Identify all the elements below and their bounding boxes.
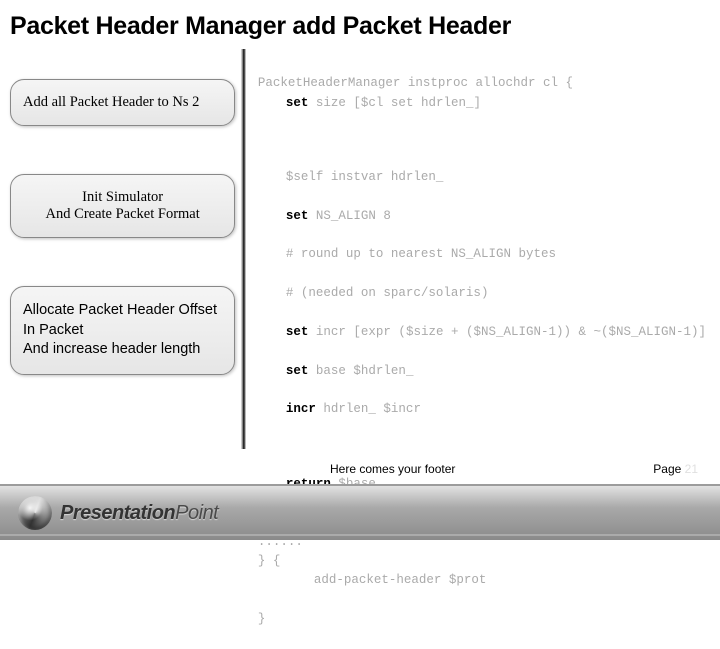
- box-init-simulator: Init Simulator And Create Packet Format: [10, 174, 235, 238]
- page-label: Page: [653, 462, 681, 476]
- box-text: Add all Packet Header to Ns 2: [23, 94, 199, 110]
- code-line: set incr [expr ($size + ($NS_ALIGN-1)) &…: [258, 323, 706, 342]
- slide-title: Packet Header Manager add Packet Header: [0, 0, 720, 49]
- code-line: add-packet-header $prot: [258, 571, 706, 590]
- logo-icon: [18, 496, 52, 530]
- box-text: Init Simulator: [23, 189, 222, 206]
- vertical-divider: [241, 49, 246, 449]
- code-line: set size [$cl set hdrlen_]: [258, 94, 706, 113]
- code-line: # round up to nearest NS_ALIGN bytes: [258, 245, 706, 264]
- logo: PresentationPoint: [18, 496, 218, 530]
- code-line: set base $hdrlen_: [258, 362, 706, 381]
- box-allocate-offset: Allocate Packet Header Offset In Packet …: [10, 286, 235, 375]
- code-line: }: [258, 612, 266, 626]
- code-line: set NS_ALIGN 8: [258, 207, 706, 226]
- code-line: $self instvar hdrlen_: [258, 168, 706, 187]
- box-text: In Packet: [23, 321, 222, 341]
- code-line: } {: [258, 554, 281, 568]
- box-text: And increase header length: [23, 340, 222, 360]
- code-line: PacketHeaderManager instproc allochdr cl…: [258, 76, 573, 90]
- logo-text: PresentationPoint: [60, 502, 218, 525]
- left-column: Add all Packet Header to Ns 2 Init Simul…: [10, 49, 235, 449]
- code-line: incr hdrlen_ $incr: [258, 400, 706, 419]
- page-number: Page 21: [653, 462, 698, 476]
- box-text: Allocate Packet Header Offset: [23, 301, 222, 321]
- content-area: Add all Packet Header to Ns 2 Init Simul…: [0, 49, 720, 449]
- box-text: And Create Packet Format: [23, 206, 222, 223]
- page-num: 21: [685, 462, 698, 476]
- footer-bar: PresentationPoint: [0, 484, 720, 540]
- code-panel: PacketHeaderManager instproc allochdr cl…: [252, 49, 710, 449]
- code-line: # (needed on sparc/solaris): [258, 284, 706, 303]
- box-add-headers: Add all Packet Header to Ns 2: [10, 79, 235, 126]
- footer-text: Here comes your footer: [330, 462, 455, 476]
